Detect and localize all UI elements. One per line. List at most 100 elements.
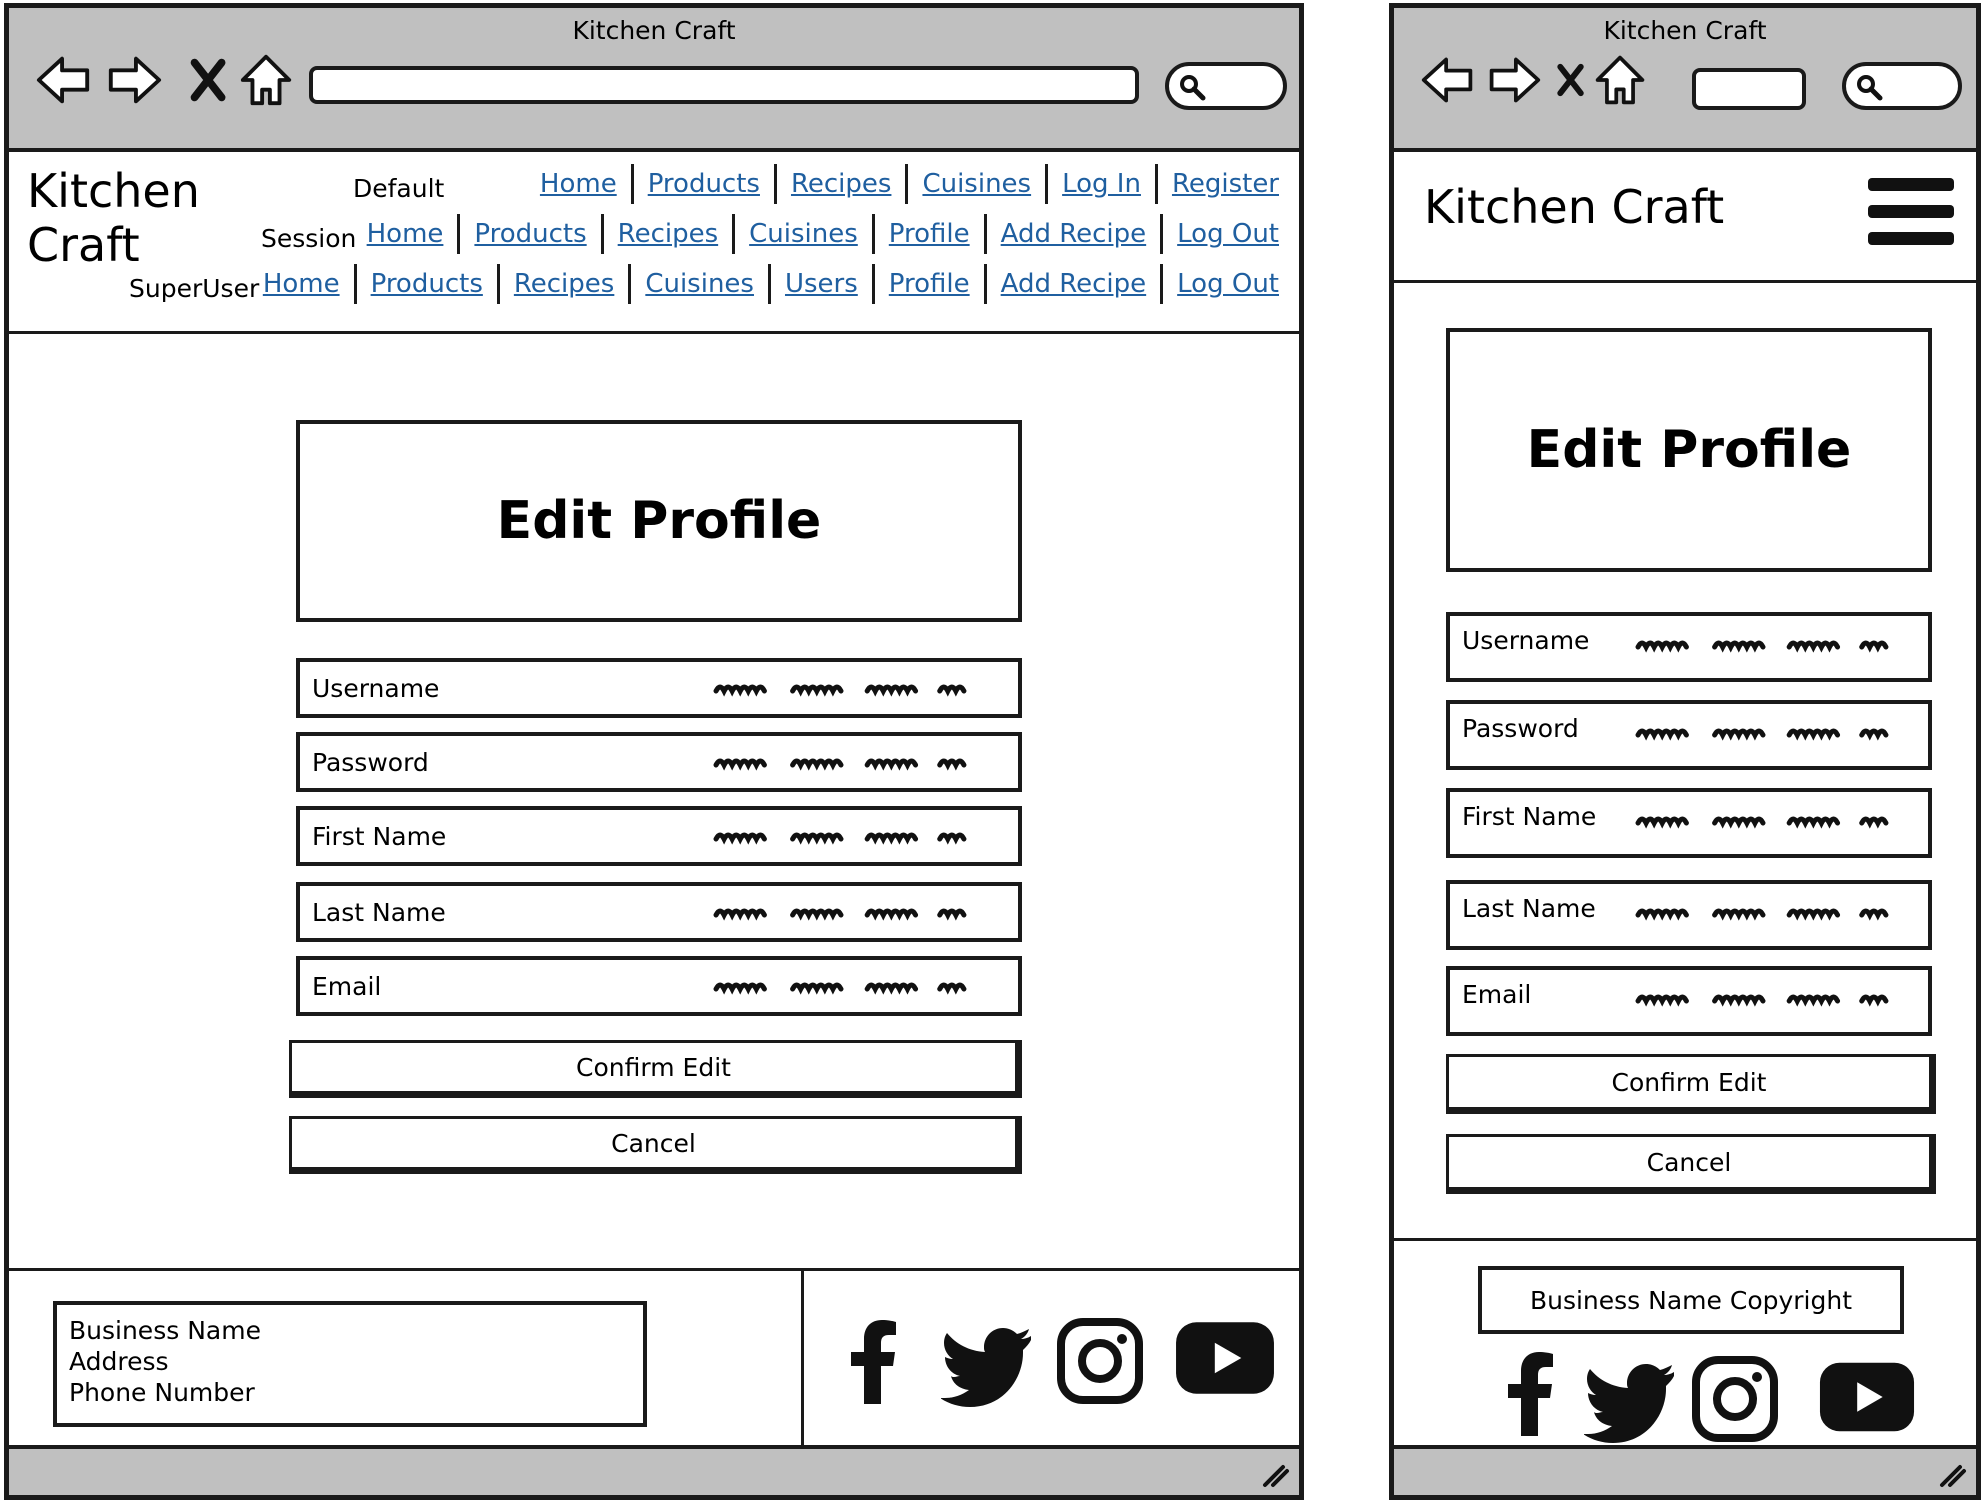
address-bar[interactable] bbox=[1692, 68, 1806, 110]
footer-divider bbox=[1394, 1238, 1976, 1241]
last-name-field[interactable]: Last Name bbox=[296, 882, 1022, 942]
nav-session: Home Products Recipes Cuisines Profile A… bbox=[353, 214, 1293, 254]
field-value-placeholder bbox=[712, 752, 974, 774]
nav-superuser-products[interactable]: Products bbox=[357, 269, 497, 299]
field-value-placeholder bbox=[712, 678, 974, 700]
hamburger-bar bbox=[1868, 232, 1954, 245]
username-field[interactable]: Username bbox=[1446, 612, 1932, 682]
search-field[interactable] bbox=[1165, 62, 1287, 110]
instagram-icon[interactable] bbox=[1690, 1354, 1780, 1444]
nav-session-add-recipe[interactable]: Add Recipe bbox=[987, 219, 1161, 249]
mobile-browser-window: Kitchen Craft Kitchen Craft Edit Profile… bbox=[1389, 3, 1981, 1500]
nav-default-register[interactable]: Register bbox=[1158, 169, 1293, 199]
field-value-placeholder bbox=[1634, 722, 1896, 744]
hamburger-bar bbox=[1868, 205, 1954, 218]
last-name-field[interactable]: Last Name bbox=[1446, 880, 1932, 950]
status-bar bbox=[9, 1445, 1299, 1495]
resize-grip-icon[interactable] bbox=[1936, 1457, 1968, 1489]
nav-superuser-users[interactable]: Users bbox=[771, 269, 872, 299]
field-label: First Name bbox=[312, 822, 447, 851]
facebook-icon[interactable] bbox=[829, 1316, 919, 1406]
username-field[interactable]: Username bbox=[296, 658, 1022, 718]
nav-default-home[interactable]: Home bbox=[526, 169, 631, 199]
forward-icon[interactable] bbox=[105, 52, 163, 108]
nav-session-recipes[interactable]: Recipes bbox=[604, 219, 732, 249]
hamburger-menu-icon[interactable] bbox=[1868, 178, 1954, 252]
nav-superuser-profile[interactable]: Profile bbox=[875, 269, 984, 299]
resize-grip-icon[interactable] bbox=[1259, 1457, 1291, 1489]
site-logo[interactable]: Kitchen Craft bbox=[27, 164, 200, 272]
nav-session-profile[interactable]: Profile bbox=[875, 219, 984, 249]
field-value-placeholder bbox=[1634, 810, 1896, 832]
header-divider bbox=[9, 331, 1299, 334]
search-field[interactable] bbox=[1842, 62, 1962, 110]
confirm-edit-button[interactable]: Confirm Edit bbox=[289, 1040, 1022, 1098]
nav-default: Home Products Recipes Cuisines Log In Re… bbox=[526, 164, 1293, 204]
first-name-field[interactable]: First Name bbox=[296, 806, 1022, 866]
password-field[interactable]: Password bbox=[296, 732, 1022, 792]
home-icon[interactable] bbox=[237, 52, 295, 108]
field-value-placeholder bbox=[1634, 902, 1896, 924]
business-info: Business Name Address Phone Number bbox=[53, 1301, 647, 1427]
field-label: Username bbox=[1462, 626, 1590, 655]
field-value-placeholder bbox=[1634, 988, 1896, 1010]
address-bar[interactable] bbox=[309, 66, 1139, 104]
facebook-icon[interactable] bbox=[1486, 1348, 1576, 1438]
back-icon[interactable] bbox=[1420, 52, 1476, 108]
field-label: Password bbox=[312, 748, 429, 777]
logo-line-2: Craft bbox=[27, 218, 140, 272]
cancel-button[interactable]: Cancel bbox=[1446, 1134, 1936, 1194]
nav-session-products[interactable]: Products bbox=[460, 219, 600, 249]
nav-session-home[interactable]: Home bbox=[353, 219, 458, 249]
nav-default-recipes[interactable]: Recipes bbox=[777, 169, 905, 199]
field-value-placeholder bbox=[712, 902, 974, 924]
field-label: Username bbox=[312, 674, 440, 703]
home-icon[interactable] bbox=[1592, 52, 1648, 108]
twitter-icon[interactable] bbox=[1584, 1354, 1674, 1444]
nav-superuser-home[interactable]: Home bbox=[249, 269, 354, 299]
footer-divider bbox=[9, 1268, 1299, 1271]
nav-session-log-out[interactable]: Log Out bbox=[1163, 219, 1293, 249]
close-icon[interactable] bbox=[181, 52, 239, 108]
nav-superuser-cuisines[interactable]: Cuisines bbox=[631, 269, 768, 299]
close-icon[interactable] bbox=[1550, 52, 1594, 108]
browser-chrome: Kitchen Craft bbox=[1394, 8, 1976, 152]
password-field[interactable]: Password bbox=[1446, 700, 1932, 770]
site-logo[interactable]: Kitchen Craft bbox=[1424, 180, 1724, 234]
twitter-icon[interactable] bbox=[941, 1318, 1031, 1408]
status-bar bbox=[1394, 1445, 1976, 1495]
nav-superuser-recipes[interactable]: Recipes bbox=[500, 269, 628, 299]
nav-session-cuisines[interactable]: Cuisines bbox=[735, 219, 872, 249]
nav-superuser: Home Products Recipes Cuisines Users Pro… bbox=[249, 264, 1293, 304]
back-icon[interactable] bbox=[35, 52, 93, 108]
field-label: Email bbox=[1462, 980, 1532, 1009]
copyright-box: Business Name Copyright bbox=[1478, 1266, 1904, 1334]
nav-superuser-add-recipe[interactable]: Add Recipe bbox=[987, 269, 1161, 299]
field-label: Password bbox=[1462, 714, 1579, 743]
youtube-icon[interactable] bbox=[1818, 1360, 1916, 1434]
window-title: Kitchen Craft bbox=[1603, 16, 1767, 45]
field-value-placeholder bbox=[712, 976, 974, 998]
forward-icon[interactable] bbox=[1486, 52, 1542, 108]
browser-chrome: Kitchen Craft bbox=[9, 8, 1299, 152]
field-value-placeholder bbox=[1634, 634, 1896, 656]
field-label: Email bbox=[312, 972, 382, 1001]
business-address: Address bbox=[69, 1347, 169, 1376]
confirm-edit-button[interactable]: Confirm Edit bbox=[1446, 1054, 1936, 1114]
nav-default-products[interactable]: Products bbox=[634, 169, 774, 199]
email-field[interactable]: Email bbox=[296, 956, 1022, 1016]
field-label: Last Name bbox=[1462, 894, 1596, 923]
page-title: Edit Profile bbox=[296, 420, 1022, 622]
first-name-field[interactable]: First Name bbox=[1446, 788, 1932, 858]
header-divider bbox=[1394, 280, 1976, 283]
field-label: Last Name bbox=[312, 898, 446, 927]
youtube-icon[interactable] bbox=[1174, 1320, 1276, 1396]
nav-superuser-log-out[interactable]: Log Out bbox=[1163, 269, 1293, 299]
hamburger-bar bbox=[1868, 178, 1954, 191]
nav-default-log-in[interactable]: Log In bbox=[1048, 169, 1155, 199]
nav-default-cuisines[interactable]: Cuisines bbox=[908, 169, 1045, 199]
instagram-icon[interactable] bbox=[1055, 1316, 1145, 1406]
search-icon bbox=[1177, 72, 1207, 102]
email-field[interactable]: Email bbox=[1446, 966, 1932, 1036]
cancel-button[interactable]: Cancel bbox=[289, 1116, 1022, 1174]
